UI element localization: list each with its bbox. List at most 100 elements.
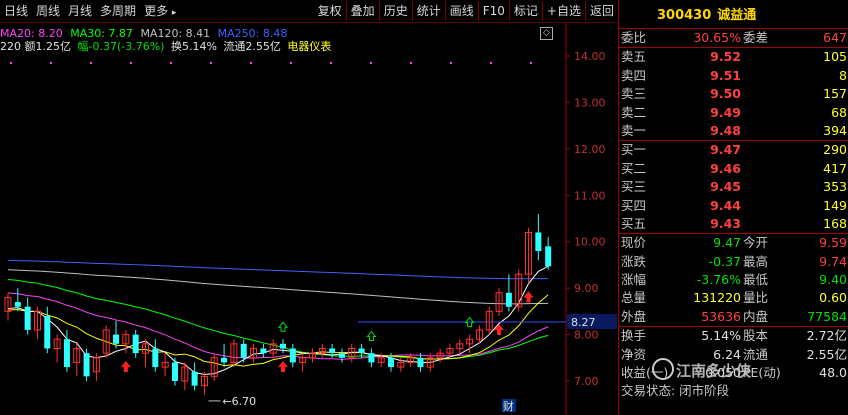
ask-row[interactable]: 卖四 9.51 8 bbox=[619, 67, 848, 85]
ask-row[interactable]: 卖一 9.48 394 bbox=[619, 122, 848, 140]
bid-volume: 353 bbox=[823, 179, 847, 195]
ask-row[interactable]: 卖三 9.50 157 bbox=[619, 85, 848, 103]
ask-price: 9.50 bbox=[710, 86, 741, 102]
candle-body bbox=[358, 348, 365, 354]
stock-header: 300430 诚益通 bbox=[619, 0, 848, 29]
stat-row: 涨幅 -3.76% 最低 9.40 bbox=[619, 271, 848, 289]
ask-volume: 8 bbox=[839, 67, 847, 83]
candle-body bbox=[289, 348, 296, 363]
candle-body bbox=[338, 353, 345, 358]
stat-label: 最高 bbox=[743, 253, 769, 269]
buy-signal-icon bbox=[523, 291, 534, 303]
quote-stats: 现价 9.47 今开 9.59 涨跌 -0.37 最高 9.74 涨幅 -3.76% 最低 9.40 总… bbox=[619, 234, 848, 328]
stat-label: 总量 bbox=[621, 290, 647, 306]
bid-row[interactable]: 买一 9.47 290 bbox=[619, 141, 848, 159]
event-dot bbox=[170, 62, 172, 64]
event-dot bbox=[10, 62, 12, 64]
bid-label: 买一 bbox=[621, 142, 647, 158]
candle-body bbox=[44, 316, 51, 349]
quote-panel: 300430 诚益通 委比 30.65% 委差 647 卖五 9.52 105 卖四 9.… bbox=[618, 0, 848, 415]
candle-body bbox=[83, 353, 90, 377]
stat-label: 现价 bbox=[621, 235, 647, 251]
event-dot bbox=[50, 62, 52, 64]
trade-status: 交易状态: 闭市阶段 bbox=[619, 382, 848, 400]
kline-chart[interactable]: 14.00 13.00 12.00 11.00 10.00 9.00 8.00 7.00 8.2… bbox=[0, 0, 618, 415]
ask-row[interactable]: 卖二 9.49 68 bbox=[619, 104, 848, 122]
ask-volume: 68 bbox=[831, 104, 847, 120]
bid-volume: 168 bbox=[823, 215, 847, 231]
ask-label: 卖二 bbox=[621, 104, 647, 120]
bid-volume: 290 bbox=[823, 142, 847, 158]
stat-label: 涨跌 bbox=[621, 253, 647, 269]
price-tag-label: 8.27 bbox=[571, 316, 596, 329]
candle-body bbox=[14, 302, 21, 307]
stat-row: 现价 9.47 今开 9.59 bbox=[619, 234, 848, 252]
event-dot bbox=[90, 62, 92, 64]
event-dot bbox=[250, 62, 252, 64]
event-dot bbox=[130, 62, 132, 64]
weicha-label: 委差 bbox=[743, 30, 769, 45]
stat-label: 量比 bbox=[743, 290, 769, 306]
bid-price: 9.45 bbox=[710, 179, 741, 195]
ask-price: 9.51 bbox=[710, 67, 741, 83]
event-dot bbox=[210, 62, 212, 64]
buy-signal-icon bbox=[494, 324, 505, 335]
webi-label: 委比 bbox=[621, 30, 647, 45]
stock-code: 300430 bbox=[657, 8, 712, 23]
stat-value: 2.72亿 bbox=[806, 328, 847, 344]
event-dot bbox=[450, 62, 452, 64]
ma120-line bbox=[7, 269, 549, 305]
y-tick-label: 9.00 bbox=[574, 282, 599, 295]
stock-name: 诚益通 bbox=[717, 8, 757, 23]
stat-value: 9.74 bbox=[819, 253, 847, 269]
candle-body bbox=[505, 292, 512, 307]
stock-terminal: 日线 周线 月线 多周期 更多 ▸ 复权 叠加 历史 统计 画线 F10 标记 … bbox=[0, 0, 848, 415]
buy-signal-icon bbox=[120, 361, 131, 373]
stat-row: 外盘 53636 内盘 77584 bbox=[619, 308, 848, 326]
bid-volume: 417 bbox=[823, 160, 847, 176]
stat-value: -0.37 bbox=[708, 253, 741, 269]
ask-book: 卖五 9.52 105 卖四 9.51 8 卖三 9.50 157 卖二 9.49 68 卖一 9.48 3… bbox=[619, 48, 848, 142]
stat-row: 涨跌 -0.37 最高 9.74 bbox=[619, 253, 848, 271]
stat-value: 0.60 bbox=[819, 290, 847, 306]
event-dot bbox=[330, 62, 332, 64]
stat-row: 换手 5.14% 股本 2.72亿 bbox=[619, 327, 848, 345]
ask-row[interactable]: 卖五 9.52 105 bbox=[619, 48, 848, 66]
ask-label: 卖三 bbox=[621, 86, 647, 102]
webi-value: 30.65% bbox=[693, 30, 741, 45]
y-tick-label: 7.00 bbox=[574, 375, 599, 388]
bid-row[interactable]: 买三 9.45 353 bbox=[619, 178, 848, 196]
bid-volume: 149 bbox=[823, 197, 847, 213]
ma30-line bbox=[7, 278, 549, 360]
bid-row[interactable]: 买二 9.46 417 bbox=[619, 160, 848, 178]
bid-row[interactable]: 买四 9.44 149 bbox=[619, 197, 848, 215]
bid-row[interactable]: 买五 9.43 168 bbox=[619, 215, 848, 233]
order-ratio-row: 委比 30.65% 委差 647 bbox=[619, 29, 848, 49]
y-tick-label: 8.00 bbox=[574, 329, 599, 342]
stat-value: -3.76% bbox=[696, 272, 741, 288]
candle-body bbox=[113, 334, 120, 344]
buy-signal-icon bbox=[278, 361, 288, 373]
stat-value: 48.0 bbox=[819, 365, 847, 381]
ask-volume: 105 bbox=[823, 49, 847, 65]
stat-value: 2.55亿 bbox=[806, 346, 847, 362]
sell-signal-icon bbox=[366, 330, 377, 341]
candle-body bbox=[24, 306, 31, 330]
ask-volume: 394 bbox=[823, 122, 847, 138]
sell-signal-icon bbox=[277, 321, 289, 332]
bid-label: 买二 bbox=[621, 160, 647, 176]
trade-status-text: 交易状态: 闭市阶段 bbox=[621, 383, 730, 399]
candle-body bbox=[368, 353, 375, 363]
stat-value: 53636 bbox=[701, 308, 741, 324]
candle-body bbox=[171, 362, 178, 381]
candle-body bbox=[417, 357, 424, 368]
ask-label: 卖一 bbox=[621, 122, 647, 138]
y-tick-label: 14.00 bbox=[574, 50, 606, 63]
candle-body bbox=[63, 339, 70, 368]
event-dot bbox=[290, 62, 292, 64]
candle-body bbox=[191, 371, 198, 386]
stat-row: 总量 131220 量比 0.60 bbox=[619, 289, 848, 307]
bid-label: 买三 bbox=[621, 179, 647, 195]
bid-book: 买一 9.47 290 买二 9.46 417 买三 9.45 353 买四 9.44 149 买五 9.… bbox=[619, 141, 848, 235]
ma250-line bbox=[7, 259, 549, 280]
